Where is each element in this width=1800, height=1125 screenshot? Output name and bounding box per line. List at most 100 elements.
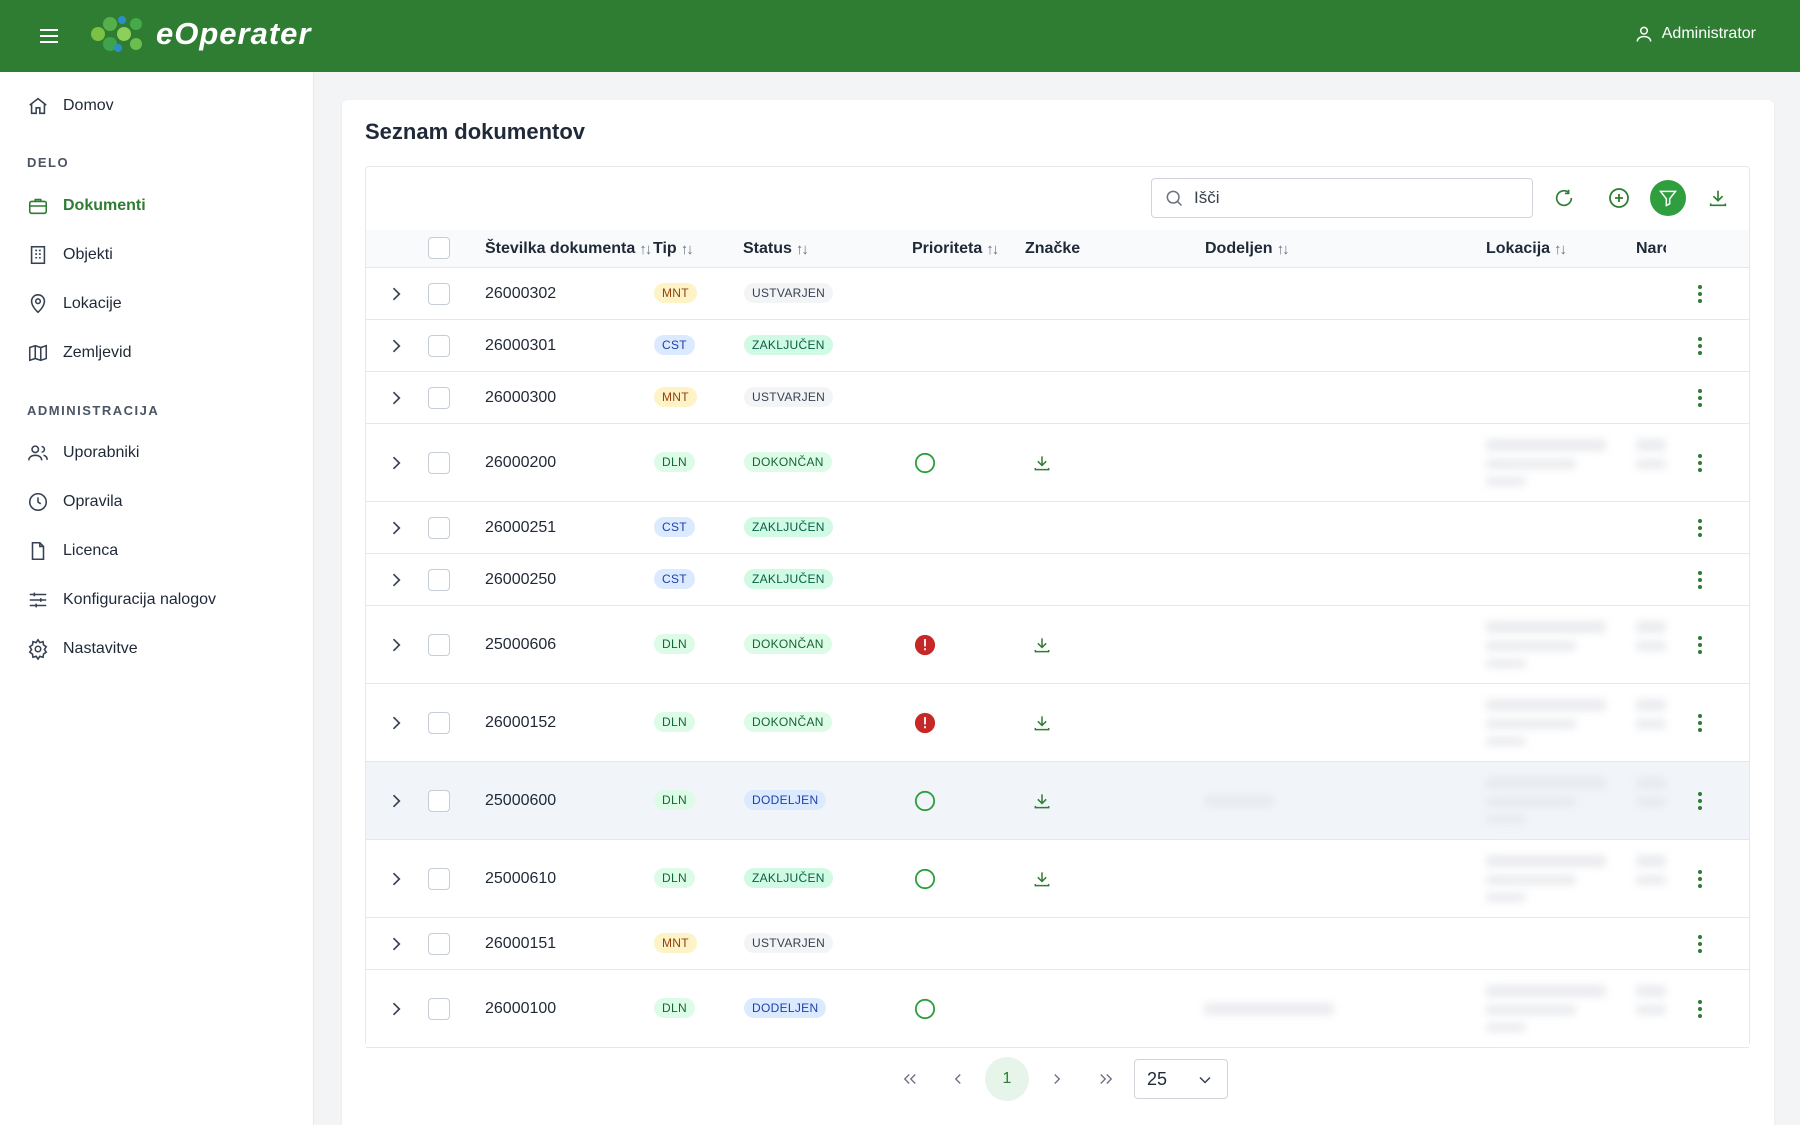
document-number[interactable]: 25000600 [485, 792, 556, 810]
chevron-right-icon[interactable] [386, 791, 406, 811]
column-type[interactable]: Tip ↑↓ [653, 240, 694, 258]
document-number[interactable]: 26000300 [485, 389, 556, 407]
document-number[interactable]: 26000200 [485, 454, 556, 472]
row-checkbox[interactable] [428, 998, 450, 1020]
prev-page-button[interactable] [936, 1057, 980, 1101]
document-number[interactable]: 26000100 [485, 1000, 556, 1018]
sidebar-item-opravila[interactable]: Opravila [27, 485, 287, 519]
table-row[interactable]: 26000200 DLN DOKONČAN [366, 424, 1749, 502]
download-icon[interactable] [1032, 791, 1052, 811]
chevron-right-icon[interactable] [386, 999, 406, 1019]
table-row[interactable]: 25000610 DLN ZAKLJUČEN [366, 840, 1749, 918]
chevron-right-icon[interactable] [386, 713, 406, 733]
document-number[interactable]: 26000250 [485, 571, 556, 589]
refresh-button[interactable] [1546, 180, 1582, 216]
document-number[interactable]: 25000606 [485, 636, 556, 654]
row-checkbox[interactable] [428, 283, 450, 305]
per-page-select[interactable]: 25 [1134, 1059, 1228, 1099]
export-button[interactable] [1700, 180, 1736, 216]
document-number[interactable]: 26000302 [485, 285, 556, 303]
table-row[interactable]: 25000600 DLN DODELJEN [366, 762, 1749, 840]
first-page-button[interactable] [888, 1057, 932, 1101]
chevron-right-icon[interactable] [386, 635, 406, 655]
document-number[interactable]: 26000301 [485, 337, 556, 355]
app-logo[interactable]: eOperater [88, 14, 311, 54]
document-number[interactable]: 26000251 [485, 519, 556, 537]
menu-icon[interactable] [38, 26, 60, 46]
table-row[interactable]: 26000151 MNT USTVARJEN [366, 918, 1749, 970]
sidebar-item-uporabniki[interactable]: Uporabniki [27, 436, 287, 470]
select-all-checkbox[interactable] [428, 237, 450, 259]
row-actions-button[interactable] [1690, 711, 1710, 735]
page-1-button[interactable]: 1 [985, 1057, 1029, 1101]
sidebar-item-objekti[interactable]: Objekti [27, 238, 287, 272]
column-status[interactable]: Status ↑↓ [743, 240, 809, 258]
user-menu[interactable]: Administrator [1634, 24, 1756, 44]
row-checkbox[interactable] [428, 569, 450, 591]
download-icon[interactable] [1032, 713, 1052, 733]
row-actions-button[interactable] [1690, 451, 1710, 475]
column-location[interactable]: Lokacija ↑↓ [1486, 240, 1567, 258]
next-page-button[interactable] [1035, 1057, 1079, 1101]
table-row[interactable]: 26000302 MNT USTVARJEN [366, 268, 1749, 320]
row-checkbox[interactable] [428, 712, 450, 734]
chevron-right-icon[interactable] [386, 869, 406, 889]
row-checkbox[interactable] [428, 335, 450, 357]
table-row[interactable]: 26000100 DLN DODELJEN [366, 970, 1749, 1048]
row-actions-button[interactable] [1690, 789, 1710, 813]
column-assigned[interactable]: Dodeljen ↑↓ [1205, 240, 1290, 258]
chevron-right-icon[interactable] [386, 284, 406, 304]
filter-button[interactable] [1650, 180, 1686, 216]
document-number[interactable]: 26000152 [485, 714, 556, 732]
chevron-right-icon[interactable] [386, 518, 406, 538]
download-icon[interactable] [1032, 453, 1052, 473]
row-actions-button[interactable] [1690, 997, 1710, 1021]
column-customer[interactable]: Naro [1636, 240, 1666, 258]
row-actions-button[interactable] [1690, 334, 1710, 358]
row-checkbox[interactable] [428, 387, 450, 409]
search-input[interactable] [1194, 188, 1514, 208]
download-icon[interactable] [1032, 869, 1052, 889]
document-number[interactable]: 25000610 [485, 870, 556, 888]
row-actions-button[interactable] [1690, 516, 1710, 540]
sidebar-item-licenca[interactable]: Licenca [27, 534, 287, 568]
sidebar-item-zemljevid[interactable]: Zemljevid [27, 336, 287, 370]
row-actions-button[interactable] [1690, 867, 1710, 891]
column-number[interactable]: Številka dokumenta ↑↓ [485, 240, 652, 258]
document-number[interactable]: 26000151 [485, 935, 556, 953]
table-row[interactable]: 26000250 CST ZAKLJUČEN [366, 554, 1749, 606]
sidebar-item-domov[interactable]: Domov [27, 89, 287, 123]
chevron-right-icon[interactable] [386, 570, 406, 590]
download-icon[interactable] [1032, 635, 1052, 655]
row-actions-button[interactable] [1690, 282, 1710, 306]
row-actions-button[interactable] [1690, 386, 1710, 410]
table-row[interactable]: 26000301 CST ZAKLJUČEN [366, 320, 1749, 372]
sidebar-item-dokumenti[interactable]: Dokumenti [27, 189, 287, 223]
table-row[interactable]: 26000152 DLN DOKONČAN [366, 684, 1749, 762]
sidebar-item-lokacije[interactable]: Lokacije [27, 287, 287, 321]
row-checkbox[interactable] [428, 517, 450, 539]
chevron-right-icon[interactable] [386, 453, 406, 473]
status-badge: ZAKLJUČEN [744, 868, 833, 888]
sidebar-item-konfiguracija[interactable]: Konfiguracija nalogov [27, 583, 287, 617]
row-actions-button[interactable] [1690, 568, 1710, 592]
last-page-button[interactable] [1084, 1057, 1128, 1101]
chevron-right-icon[interactable] [386, 388, 406, 408]
table-row[interactable]: 25000606 DLN DOKONČAN [366, 606, 1749, 684]
row-checkbox[interactable] [428, 452, 450, 474]
chevron-right-icon[interactable] [386, 336, 406, 356]
chevron-right-icon[interactable] [386, 934, 406, 954]
gear-icon [28, 638, 48, 660]
row-checkbox[interactable] [428, 634, 450, 656]
row-actions-button[interactable] [1690, 932, 1710, 956]
row-checkbox[interactable] [428, 790, 450, 812]
row-actions-button[interactable] [1690, 633, 1710, 657]
row-checkbox[interactable] [428, 868, 450, 890]
table-row[interactable]: 26000251 CST ZAKLJUČEN [366, 502, 1749, 554]
sidebar-item-nastavitve[interactable]: Nastavitve [27, 632, 287, 666]
table-row[interactable]: 26000300 MNT USTVARJEN [366, 372, 1749, 424]
row-checkbox[interactable] [428, 933, 450, 955]
search-box[interactable] [1151, 178, 1533, 218]
add-button[interactable] [1601, 180, 1637, 216]
column-priority[interactable]: Prioriteta ↑↓ [912, 240, 999, 258]
